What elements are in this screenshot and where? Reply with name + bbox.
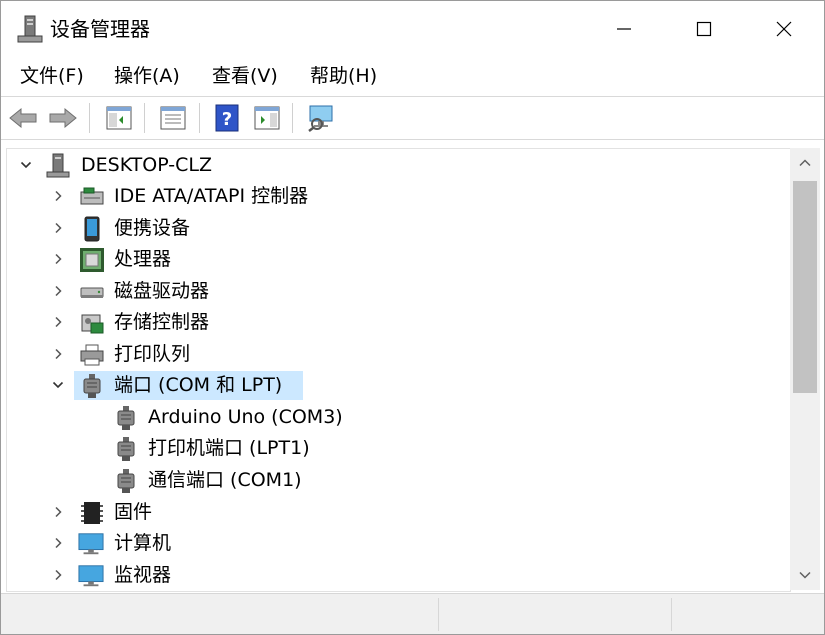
console-tree-button[interactable] bbox=[103, 102, 135, 134]
collapsed-chevron-icon[interactable] bbox=[51, 347, 65, 361]
collapsed-chevron-icon[interactable] bbox=[51, 536, 65, 550]
tree-child-communication-port[interactable]: 通信端口 (COM1) bbox=[7, 465, 790, 496]
scan-hardware-icon bbox=[308, 105, 333, 132]
tree-item-label: 处理器 bbox=[114, 248, 172, 270]
monitor-icon bbox=[78, 565, 104, 587]
tree-item-disk-drives[interactable]: 磁盘驱动器 bbox=[7, 276, 790, 307]
port-icon bbox=[117, 437, 135, 461]
device-manager-window: 设备管理器 文件(F) 操作(A) 查看(V) 帮助(H) ? DESKTOP-… bbox=[0, 0, 825, 635]
tree-item-label: 监视器 bbox=[114, 564, 172, 586]
properties-button[interactable] bbox=[157, 102, 189, 134]
toolbar-separator bbox=[89, 103, 90, 133]
forward-arrow-icon bbox=[49, 107, 77, 129]
printer-icon bbox=[80, 344, 104, 366]
tree-root-label: DESKTOP-CLZ bbox=[81, 154, 213, 176]
tree-item-print-queues[interactable]: 打印队列 bbox=[7, 339, 790, 370]
status-pane bbox=[671, 598, 824, 631]
tree-item-label: 磁盘驱动器 bbox=[114, 280, 210, 302]
device-tree[interactable]: DESKTOP-CLZ IDE ATA/ATAPI 控制器 便携设备 处理器 磁… bbox=[6, 148, 791, 592]
tree-item-label: 存储控制器 bbox=[114, 311, 210, 333]
maximize-icon bbox=[696, 21, 712, 36]
menu-action[interactable]: 操作(A) bbox=[112, 62, 182, 90]
help-button[interactable]: ? bbox=[211, 102, 243, 134]
tree-item-label: 打印队列 bbox=[114, 343, 191, 365]
device-manager-app-icon bbox=[17, 15, 43, 43]
chevron-down-icon bbox=[799, 571, 811, 579]
tree-item-label: IDE ATA/ATAPI 控制器 bbox=[114, 185, 309, 207]
storage-controller-icon bbox=[81, 314, 104, 334]
tree-child-label: Arduino Uno (COM3) bbox=[148, 406, 343, 428]
collapsed-chevron-icon[interactable] bbox=[51, 315, 65, 329]
tree-child-printer-port[interactable]: 打印机端口 (LPT1) bbox=[7, 433, 790, 464]
collapsed-chevron-icon[interactable] bbox=[51, 568, 65, 582]
minimize-icon bbox=[617, 27, 631, 30]
tree-item-portable-devices[interactable]: 便携设备 bbox=[7, 213, 790, 244]
collapsed-chevron-icon[interactable] bbox=[51, 284, 65, 298]
tree-child-arduino-uno[interactable]: Arduino Uno (COM3) bbox=[7, 402, 790, 433]
tree-item-ide-controllers[interactable]: IDE ATA/ATAPI 控制器 bbox=[7, 181, 790, 212]
toolbar-separator bbox=[144, 103, 145, 133]
scroll-down-button[interactable] bbox=[790, 560, 820, 590]
tree-item-computer[interactable]: 计算机 bbox=[7, 528, 790, 559]
svg-text:?: ? bbox=[222, 109, 232, 130]
expanded-chevron-icon[interactable] bbox=[19, 158, 33, 172]
window-title: 设备管理器 bbox=[50, 17, 150, 41]
close-icon bbox=[776, 21, 792, 36]
close-button[interactable] bbox=[744, 1, 824, 56]
tree-root-row[interactable]: DESKTOP-CLZ bbox=[7, 150, 790, 181]
tree-item-storage-controllers[interactable]: 存储控制器 bbox=[7, 307, 790, 338]
portable-device-icon bbox=[84, 216, 100, 242]
toolbar-separator bbox=[199, 103, 200, 133]
tree-child-label: 通信端口 (COM1) bbox=[148, 469, 302, 491]
processor-icon bbox=[80, 248, 104, 272]
scan-hardware-button[interactable] bbox=[305, 102, 337, 134]
help-icon: ? bbox=[215, 104, 239, 132]
ide-controller-icon bbox=[80, 187, 104, 205]
port-icon bbox=[117, 469, 135, 493]
tree-item-monitors[interactable]: 监视器 bbox=[7, 560, 790, 591]
status-pane bbox=[438, 598, 671, 631]
collapsed-chevron-icon[interactable] bbox=[51, 252, 65, 266]
minimize-button[interactable] bbox=[584, 1, 664, 56]
maximize-button[interactable] bbox=[664, 1, 744, 56]
chevron-up-icon bbox=[799, 159, 811, 167]
menu-file[interactable]: 文件(F) bbox=[18, 62, 86, 90]
toolbar: ? bbox=[1, 96, 824, 140]
collapsed-chevron-icon[interactable] bbox=[51, 189, 65, 203]
tree-item-label: 端口 (COM 和 LPT) bbox=[114, 374, 283, 396]
vertical-scrollbar[interactable] bbox=[790, 148, 820, 590]
tree-item-label: 便携设备 bbox=[114, 217, 191, 239]
tree-child-label: 打印机端口 (LPT1) bbox=[148, 437, 310, 459]
back-button[interactable] bbox=[7, 102, 39, 134]
toolbar-separator bbox=[292, 103, 293, 133]
back-arrow-icon bbox=[9, 107, 37, 129]
action-pane-button[interactable] bbox=[251, 102, 283, 134]
disk-drive-icon bbox=[80, 287, 104, 298]
port-icon bbox=[117, 406, 135, 430]
tree-item-label: 固件 bbox=[114, 501, 153, 523]
action-pane-icon bbox=[254, 106, 280, 130]
tree-item-processors[interactable]: 处理器 bbox=[7, 244, 790, 275]
scroll-up-button[interactable] bbox=[790, 148, 820, 178]
console-tree-icon bbox=[106, 106, 132, 130]
menu-help[interactable]: 帮助(H) bbox=[308, 62, 379, 90]
menu-view[interactable]: 查看(V) bbox=[210, 62, 280, 90]
scrollbar-thumb[interactable] bbox=[793, 181, 817, 393]
tree-item-firmware[interactable]: 固件 bbox=[7, 497, 790, 528]
firmware-chip-icon bbox=[81, 502, 103, 524]
forward-button[interactable] bbox=[47, 102, 79, 134]
computer-tower-icon bbox=[46, 153, 70, 178]
properties-icon bbox=[160, 106, 186, 130]
title-bar[interactable]: 设备管理器 bbox=[1, 1, 824, 56]
collapsed-chevron-icon[interactable] bbox=[51, 221, 65, 235]
status-bar bbox=[1, 593, 824, 634]
expanded-chevron-icon[interactable] bbox=[51, 378, 65, 392]
computer-monitor-icon bbox=[78, 533, 104, 555]
menu-bar: 文件(F) 操作(A) 查看(V) 帮助(H) bbox=[1, 58, 824, 94]
tree-item-ports[interactable]: 端口 (COM 和 LPT) bbox=[7, 370, 790, 401]
tree-item-label: 计算机 bbox=[114, 532, 172, 554]
port-icon bbox=[83, 374, 101, 398]
collapsed-chevron-icon[interactable] bbox=[51, 505, 65, 519]
